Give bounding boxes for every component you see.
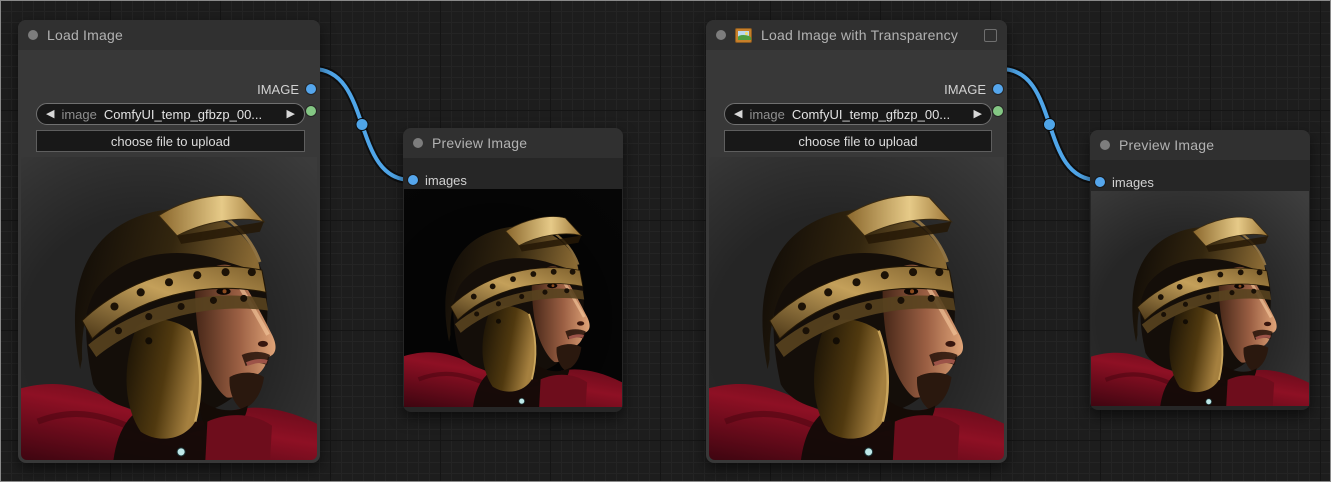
choose-file-button[interactable]: choose file to upload <box>36 130 305 152</box>
combo-next-icon[interactable]: ▶ <box>287 109 295 120</box>
combo-value: ComfyUI_temp_gfbzp_00... <box>792 107 950 122</box>
combo-prev-icon[interactable]: ◀ <box>734 109 742 120</box>
node-load-image[interactable]: Load Image IMAGE MASK ◀ image ComfyUI_te… <box>18 20 320 463</box>
link-wire-left[interactable] <box>313 69 411 180</box>
collapse-dot[interactable] <box>413 138 423 148</box>
node-image-thumbnail <box>709 157 1004 460</box>
collapse-dot[interactable] <box>1100 140 1110 150</box>
preview-image-thumbnail <box>1091 191 1309 406</box>
node-title: Preview Image <box>432 135 527 151</box>
combo-value: ComfyUI_temp_gfbzp_00... <box>104 107 262 122</box>
node-graph-canvas[interactable]: Load Image IMAGE MASK ◀ image ComfyUI_te… <box>0 0 1331 482</box>
link-wire-right[interactable] <box>1001 69 1098 180</box>
picture-icon <box>735 28 752 43</box>
output-slot-image[interactable]: IMAGE <box>944 80 1003 98</box>
node-preview-image-right[interactable]: Preview Image images <box>1090 130 1310 410</box>
combo-label: image <box>61 107 96 122</box>
image-combo-widget[interactable]: ◀ image ComfyUI_temp_gfbzp_00... ▶ <box>724 103 992 125</box>
image-combo-widget[interactable]: ◀ image ComfyUI_temp_gfbzp_00... ▶ <box>36 103 305 125</box>
images-input-dot[interactable] <box>408 175 418 185</box>
node-header[interactable]: Preview Image <box>1090 130 1310 160</box>
link-midpoint-dot <box>356 119 368 131</box>
input-slot-images[interactable]: images <box>1095 173 1154 191</box>
node-load-image-transparency[interactable]: Load Image with Transparency IMAGE MASK … <box>706 20 1007 463</box>
output-slot-label: IMAGE <box>944 82 986 97</box>
collapse-dot[interactable] <box>28 30 38 40</box>
image-output-dot[interactable] <box>993 84 1003 94</box>
input-slot-label: images <box>1112 175 1154 190</box>
node-header[interactable]: Preview Image <box>403 128 623 158</box>
combo-prev-icon[interactable]: ◀ <box>46 109 54 120</box>
node-title: Load Image with Transparency <box>761 27 958 43</box>
node-header[interactable]: Load Image <box>18 20 320 50</box>
images-input-dot[interactable] <box>1095 177 1105 187</box>
node-image-thumbnail <box>21 157 317 460</box>
mask-output-dot[interactable] <box>993 106 1003 116</box>
input-slot-images[interactable]: images <box>408 171 467 189</box>
header-checkbox[interactable] <box>984 29 997 42</box>
input-slot-label: images <box>425 173 467 188</box>
node-title: Preview Image <box>1119 137 1214 153</box>
mask-output-dot[interactable] <box>306 106 316 116</box>
output-slot-label: IMAGE <box>257 82 299 97</box>
choose-file-button[interactable]: choose file to upload <box>724 130 992 152</box>
preview-image-thumbnail <box>404 189 622 407</box>
image-output-dot[interactable] <box>306 84 316 94</box>
node-title: Load Image <box>47 27 123 43</box>
node-header[interactable]: Load Image with Transparency <box>706 20 1007 50</box>
output-slot-image[interactable]: IMAGE <box>257 80 316 98</box>
node-preview-image-left[interactable]: Preview Image images <box>403 128 623 412</box>
combo-next-icon[interactable]: ▶ <box>974 109 982 120</box>
combo-label: image <box>749 107 784 122</box>
collapse-dot[interactable] <box>716 30 726 40</box>
link-midpoint-dot <box>1044 119 1056 131</box>
